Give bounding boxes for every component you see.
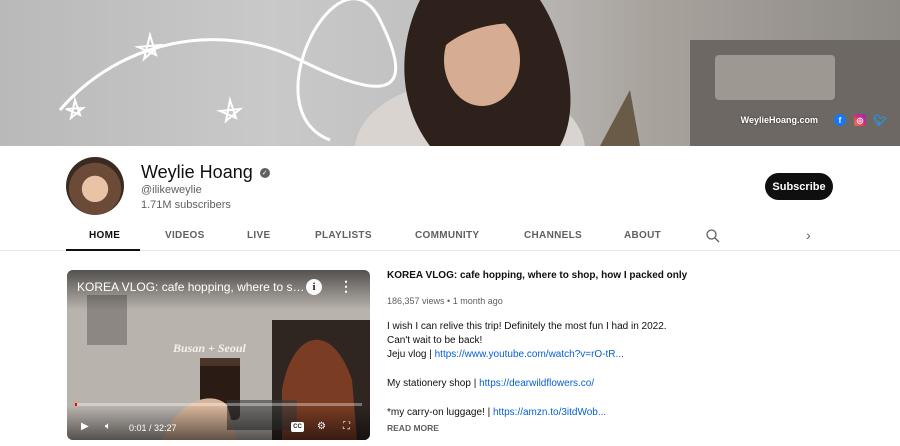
tab-videos[interactable]: VIDEOS — [165, 230, 205, 241]
captions-icon[interactable]: CC — [291, 422, 304, 432]
video-meta: 186,357 views • 1 month ago — [387, 296, 503, 306]
shop-label: My stationery shop | — [387, 378, 480, 389]
facebook-icon[interactable]: f — [834, 114, 846, 126]
more-vertical-icon[interactable]: ⋮ — [339, 278, 353, 295]
volume-icon[interactable]: 🔈︎ — [105, 421, 111, 432]
subscribe-button[interactable]: Subscribe — [765, 173, 833, 200]
playback-time: 0:01 / 32:27 — [129, 423, 177, 433]
info-icon[interactable]: i — [306, 279, 322, 295]
description-line: *my carry-on luggage! | https://amzn.to/… — [387, 407, 606, 418]
tab-about[interactable]: ABOUT — [624, 230, 661, 241]
chevron-right-icon[interactable]: › — [806, 227, 811, 243]
tab-channels[interactable]: CHANNELS — [524, 230, 582, 241]
banner-site-link[interactable]: WeylieHoang.com — [741, 115, 818, 125]
tab-home[interactable]: HOME — [89, 230, 120, 241]
channel-handle: @ilikeweylie — [141, 184, 202, 196]
description-line: Can't wait to be back! — [387, 335, 483, 346]
progress-bar-fill — [75, 403, 77, 406]
luggage-label: *my carry-on luggage! | — [387, 407, 493, 418]
play-icon[interactable]: ▶ — [81, 421, 89, 432]
featured-video-title[interactable]: KOREA VLOG: cafe hopping, where to shop,… — [387, 270, 687, 281]
luggage-link[interactable]: https://amzn.to/3itdWob... — [493, 407, 606, 418]
video-overlay-text: Busan + Seoul — [173, 341, 246, 355]
stationery-shop-link[interactable]: https://dearwildflowers.co/ — [479, 378, 594, 389]
twitter-icon[interactable]: 🐦︎ — [873, 114, 887, 127]
settings-gear-icon[interactable]: ⚙ — [317, 421, 326, 432]
progress-bar[interactable] — [75, 403, 362, 406]
tab-community[interactable]: COMMUNITY — [415, 230, 479, 241]
jeju-label: Jeju vlog | — [387, 349, 435, 360]
channel-name-text: Weylie Hoang — [141, 162, 253, 182]
subscriber-count: 1.71M subscribers — [141, 199, 231, 211]
description-line: My stationery shop | https://dearwildflo… — [387, 378, 594, 389]
description-line: Jeju vlog | https://www.youtube.com/watc… — [387, 349, 624, 360]
channel-avatar — [66, 157, 124, 215]
player-video-title[interactable]: KOREA VLOG: cafe hopping, where to shop,… — [77, 280, 305, 294]
channel-banner: WeylieHoang.com f ◎ 🐦︎ — [0, 0, 900, 146]
read-more-button[interactable]: READ MORE — [387, 423, 439, 433]
channel-name: Weylie Hoang ✓ — [141, 162, 270, 183]
description-line: I wish I can relive this trip! Definitel… — [387, 321, 667, 332]
tab-playlists[interactable]: PLAYLISTS — [315, 230, 372, 241]
fullscreen-icon[interactable]: ⛶ — [343, 421, 350, 432]
featured-video-player[interactable]: KOREA VLOG: cafe hopping, where to shop,… — [67, 270, 370, 440]
banner-links: WeylieHoang.com f ◎ 🐦︎ — [741, 114, 887, 127]
verified-check-icon: ✓ — [259, 167, 270, 178]
tab-live[interactable]: LIVE — [247, 230, 270, 241]
search-icon[interactable] — [705, 228, 721, 244]
instagram-icon[interactable]: ◎ — [854, 114, 866, 126]
channel-tabs: HOME VIDEOS LIVE PLAYLISTS COMMUNITY CHA… — [0, 221, 900, 251]
active-tab-indicator — [66, 249, 140, 251]
jeju-vlog-link[interactable]: https://www.youtube.com/watch?v=rO-tR... — [435, 349, 624, 360]
